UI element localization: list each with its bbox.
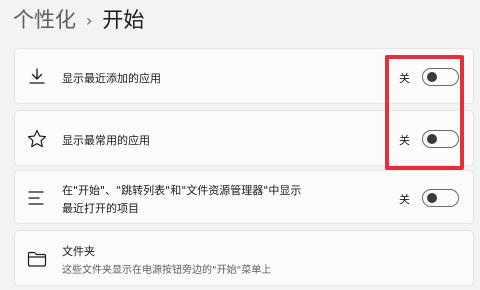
toggle-state-label: 关 [399, 72, 410, 85]
setting-row-most-used[interactable]: 显示最常用的应用 关 [14, 110, 474, 166]
toggle-knob [427, 72, 437, 82]
download-icon [29, 68, 45, 84]
list-icon [28, 191, 44, 205]
toggle-state-label: 关 [399, 134, 410, 147]
setting-row-recent-items[interactable]: 在"开始"、"跳转列表"和"文件资源管理器"中显示 最近打开的项目 关 [14, 170, 474, 224]
setting-row-folders[interactable]: 文件夹 这些文件夹显示在电源按钮旁边的"开始"菜单上 [14, 230, 474, 286]
setting-row-recently-added[interactable]: 显示最近添加的应用 关 [14, 48, 474, 104]
breadcrumb-parent[interactable]: 个性化 [13, 4, 76, 34]
recent-items-toggle[interactable] [422, 189, 459, 207]
toggle-state-label: 关 [399, 193, 410, 206]
page-title: 开始 [102, 8, 145, 32]
setting-description: 这些文件夹显示在电源按钮旁边的"开始"菜单上 [62, 265, 272, 276]
recently-added-toggle[interactable] [422, 68, 459, 86]
most-used-toggle[interactable] [422, 130, 459, 148]
setting-label: 在"开始"、"跳转列表"和"文件资源管理器"中显示 最近打开的项目 [62, 182, 301, 218]
setting-label: 文件夹 [62, 245, 95, 258]
breadcrumb-separator-icon: › [86, 10, 93, 30]
breadcrumb: 个性化 › 开始 [13, 3, 144, 35]
toggle-knob [427, 134, 437, 144]
setting-label: 显示最常用的应用 [62, 134, 150, 147]
setting-label-line-1: 在"开始"、"跳转列表"和"文件资源管理器"中显示 [62, 184, 302, 197]
setting-label-line-2: 最近打开的项目 [62, 202, 139, 215]
setting-label: 显示最近添加的应用 [62, 72, 161, 85]
folder-icon [27, 251, 47, 267]
star-icon [27, 129, 47, 148]
settings-page: 个性化 › 开始 显示最近添加的应用 关 显示最常用的应用 关 在"开始"、"跳… [0, 0, 480, 290]
toggle-knob [427, 193, 437, 203]
